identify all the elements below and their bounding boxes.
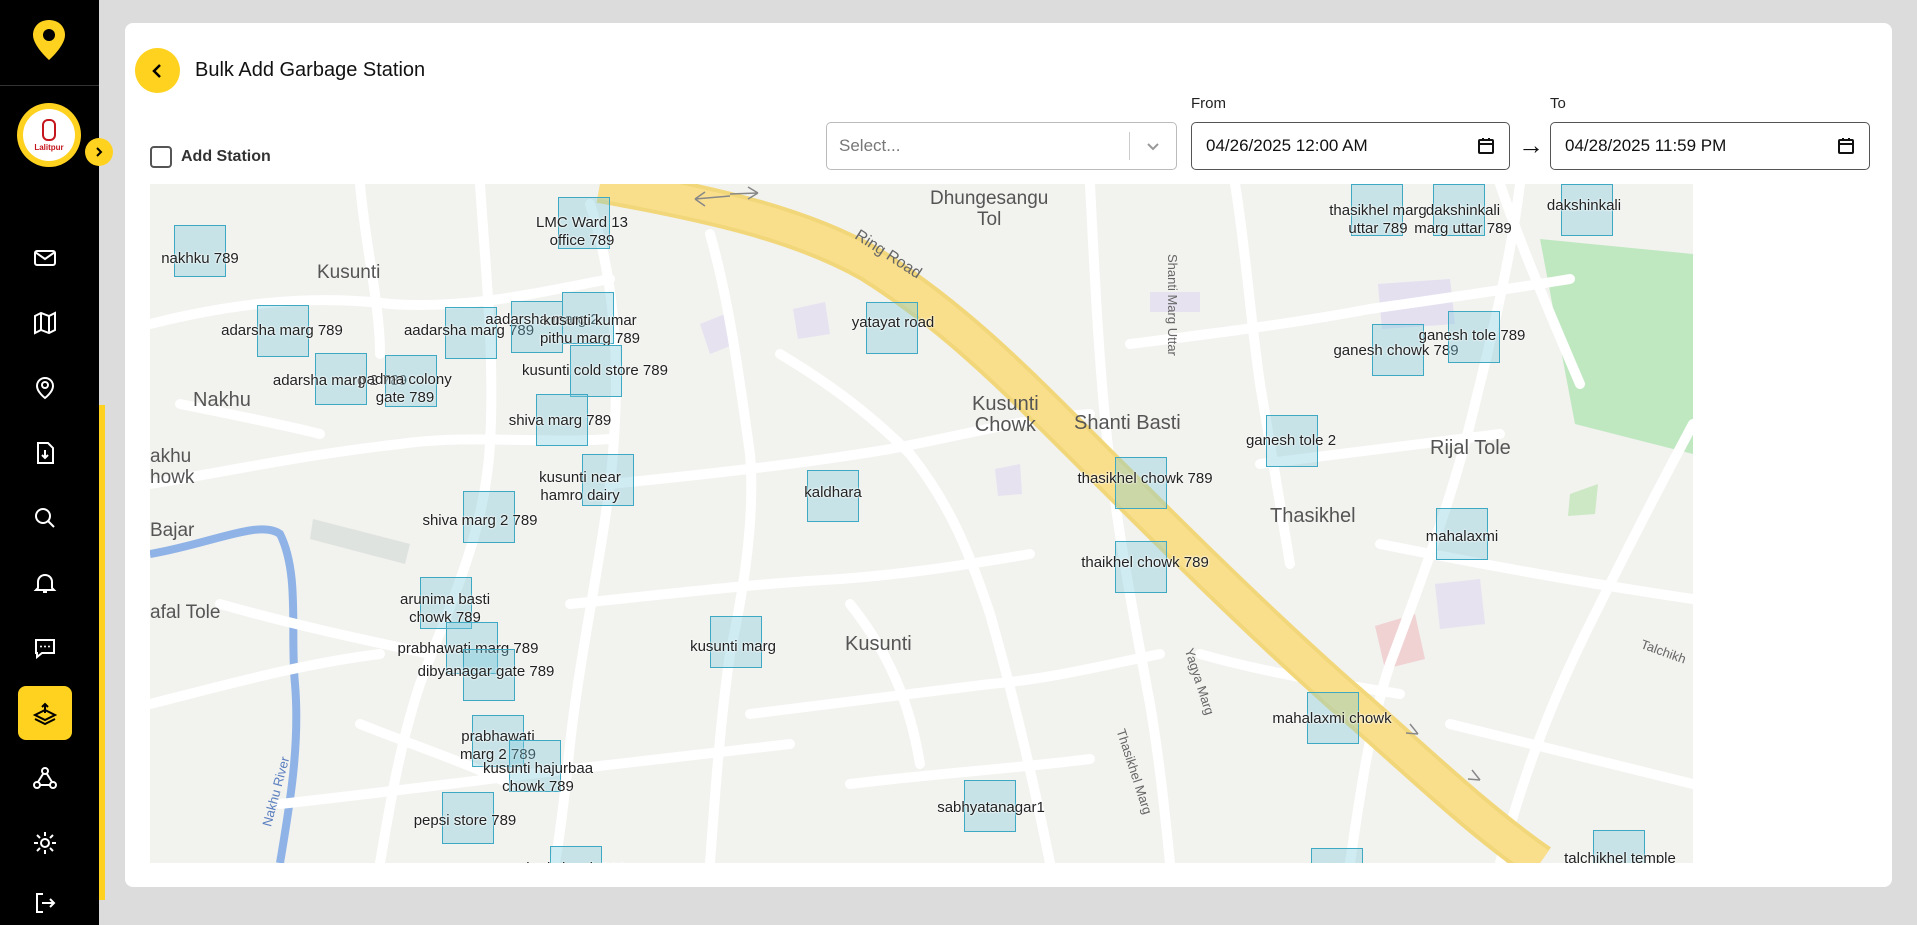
add-station-checkbox[interactable] [150,146,172,168]
sidebar-divider [0,85,99,86]
station-name-label: kusunti marg [690,638,776,655]
from-label: From [1191,95,1226,112]
station-name-label: ganesh tole 2 [1245,432,1337,449]
add-station-label: Add Station [181,148,271,165]
station-name-label: kusunti kumar pithu marg 789 [539,312,641,347]
station-name-label: nakhku 789 [161,250,239,267]
nav-item-map[interactable] [18,296,72,350]
from-date-value: 04/26/2025 12:00 AM [1206,136,1368,155]
map-view[interactable]: Kusunti Nakhu akhu howk Bajar afal Tole … [150,184,1693,863]
station-name-label: dibyanagar gate 789 [417,663,555,680]
main-card: Bulk Add Garbage Station Add Station Sel… [125,23,1892,887]
page-title: Bulk Add Garbage Station [195,59,426,81]
station-name-label: thaikhel chowk 789 [1081,554,1209,571]
chevron-down-icon[interactable] [1130,138,1176,154]
nav-item-settings[interactable] [18,816,72,870]
chevron-right-icon [96,147,103,157]
gear-icon [34,832,56,854]
station-name-label: talchikhel temple [1564,850,1676,863]
app-logo-pin-icon [30,18,68,62]
org-logo: Lalitpur [23,109,75,161]
nav-item-routes[interactable] [18,751,72,805]
place-rijal-tole: Rijal Tole [1430,437,1511,459]
station-name-label: mahalaxmi chowk [1272,710,1392,727]
add-station-toggle[interactable]: Add Station [150,146,271,168]
station-name-label: uma maheshwor gate [1278,862,1422,863]
station-name-label: yatayat road [851,314,935,331]
avatar[interactable]: Lalitpur [17,103,81,167]
place-kusunti-chowk: Kusunti Chowk [972,393,1039,436]
station-name-label: ganesh tole 789 [1418,327,1526,344]
station-name-label: shiva marg 789 [508,412,612,429]
location-user-icon [35,376,55,400]
sidebar-scroll-indicator [99,405,105,900]
station-name-label: thasikhel chowk 789 [1077,470,1213,487]
station-name-label: dakshinkali marg uttar 789 [1414,202,1512,237]
to-date-value: 04/28/2025 11:59 PM [1565,136,1727,155]
place-nakhu: Nakhu [193,389,251,411]
calendar-icon[interactable] [1477,137,1495,155]
place-nakhu-chowk: akhu howk [150,446,195,488]
station-name-label: miteri chowk 789 [514,860,627,863]
nav-item-chat[interactable] [18,621,72,675]
place-shanti-basti: Shanti Basti [1074,412,1181,434]
range-arrow: → [1518,130,1544,160]
nav-item-location-user[interactable] [18,361,72,415]
sidebar: Lalitpur [0,0,113,925]
station-name-label: adarsha marg 789 [221,322,343,339]
station-name-label: dakshinkali [1546,197,1622,214]
report-download-icon [37,442,54,464]
search-icon [35,508,55,528]
mail-icon [34,250,56,266]
station-name-label: padma colony gate 789 [358,371,452,406]
place-kusunti-nw: Kusunti [317,262,381,283]
back-button[interactable] [135,48,180,93]
nav-item-reports[interactable] [18,426,72,480]
chevron-left-icon [151,63,161,78]
station-name-label: thasikhel marg uttar 789 [1329,202,1427,237]
station-name-label: kusunti hajurbaa chowk 789 [482,760,594,795]
station-select[interactable]: Select... [826,122,1177,170]
place-bajar: Bajar [150,520,195,541]
station-name-label: kaldhara [804,484,862,501]
station-name-label: mahalaxmi [1425,528,1499,545]
station-name-label: kusunti cold store 789 [522,362,668,379]
place-thasikhel: Thasikhel [1270,505,1356,527]
nav-item-garbage-station[interactable] [18,686,72,740]
map-icon [34,311,56,335]
nav-item-search[interactable] [18,491,72,545]
to-date-input[interactable]: 04/28/2025 11:59 PM [1550,122,1870,170]
from-date-input[interactable]: 04/26/2025 12:00 AM [1191,122,1510,170]
station-name-label: LMC Ward 13 office 789 [536,214,628,249]
chat-icon [35,639,55,660]
place-kusunti-center: Kusunti [845,633,912,655]
bell-icon [33,573,57,593]
station-name-label: pepsi store 789 [413,812,517,829]
garbage-station-icon [32,702,58,726]
place-safal-tole: afal Tole [150,602,221,623]
nav-item-logout[interactable] [18,881,72,925]
place-dhungesangu-tol: Dhungesangu Tol [930,188,1049,230]
nav-item-notifications[interactable] [18,556,72,610]
sidebar-expand-button[interactable] [85,138,113,166]
to-label: To [1550,95,1566,112]
station-area-box[interactable] [1311,848,1363,863]
logout-icon [36,893,56,913]
station-name-label: shiva marg 2 789 [422,512,538,529]
station-name-label: sabhyatanagar1 [937,799,1045,816]
route-nodes-icon [33,767,57,789]
select-placeholder: Select... [839,136,901,155]
station-name-label: kusunti near hamro dairy [539,469,621,504]
nav-item-mail[interactable] [18,231,72,285]
calendar-icon[interactable] [1837,137,1855,155]
street-shanti-marg-uttar: Shanti Marg Uttar [1165,254,1180,356]
